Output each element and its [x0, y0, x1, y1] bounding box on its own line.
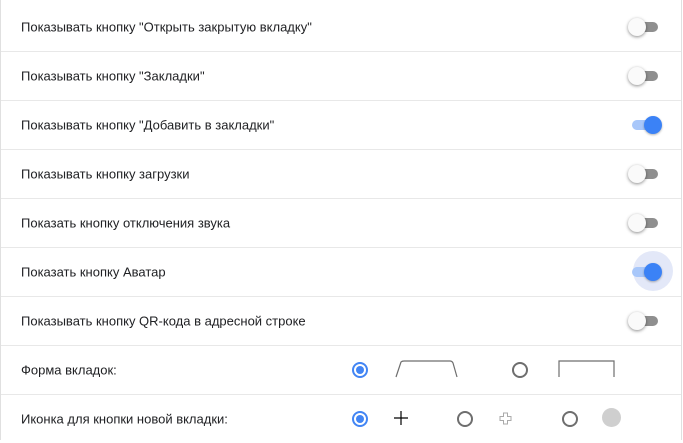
tab-shape-rectangle-radio[interactable]	[512, 362, 528, 378]
filled-circle-icon	[602, 408, 621, 427]
setting-label: Показать кнопку отключения звука	[21, 215, 231, 231]
setting-label: Показывать кнопку "Добавить в закладки"	[21, 117, 275, 133]
setting-row-new-tab-icon: Иконка для кнопки новой вкладки:	[1, 395, 681, 443]
downloads-toggle[interactable]	[628, 164, 660, 184]
setting-row-mute: Показать кнопку отключения звука	[1, 199, 681, 248]
setting-row-reopen-tab: Показывать кнопку "Открыть закрытую вкла…	[1, 3, 681, 52]
setting-row-bookmarks: Показывать кнопку "Закладки"	[1, 52, 681, 101]
outlined-plus-icon	[499, 412, 512, 425]
qr-toggle[interactable]	[628, 311, 660, 331]
setting-row-avatar: Показать кнопку Аватар	[1, 248, 681, 297]
setting-label: Показывать кнопку "Открыть закрытую вкла…	[21, 19, 312, 35]
setting-row-tab-shape: Форма вкладок:	[1, 346, 681, 395]
setting-label: Иконка для кнопки новой вкладки:	[21, 411, 228, 427]
tab-shape-trapezoid-radio[interactable]	[352, 362, 368, 378]
mute-toggle[interactable]	[628, 213, 660, 233]
setting-row-add-bookmark: Показывать кнопку "Добавить в закладки"	[1, 101, 681, 150]
reopen-tab-toggle[interactable]	[628, 17, 660, 37]
add-bookmark-toggle[interactable]	[628, 115, 662, 135]
plus-icon	[394, 411, 408, 425]
new-tab-icon-plus-radio[interactable]	[352, 411, 368, 427]
new-tab-icon-outlined-plus-radio[interactable]	[457, 411, 473, 427]
bookmarks-toggle[interactable]	[628, 66, 660, 86]
rectangle-tab-icon	[558, 360, 615, 377]
trapezoid-tab-icon	[395, 360, 458, 378]
setting-row-downloads: Показывать кнопку загрузки	[1, 150, 681, 199]
avatar-toggle[interactable]	[628, 262, 662, 282]
setting-label: Показать кнопку Аватар	[21, 264, 166, 280]
setting-label: Показывать кнопку QR-кода в адресной стр…	[21, 313, 306, 329]
new-tab-icon-circle-radio[interactable]	[562, 411, 578, 427]
setting-row-qr: Показывать кнопку QR-кода в адресной стр…	[1, 297, 681, 346]
setting-label: Показывать кнопку "Закладки"	[21, 68, 205, 84]
setting-label: Форма вкладок:	[21, 362, 117, 378]
settings-card: Показывать кнопку "Открыть закрытую вкла…	[0, 0, 682, 440]
setting-label: Показывать кнопку загрузки	[21, 166, 190, 182]
